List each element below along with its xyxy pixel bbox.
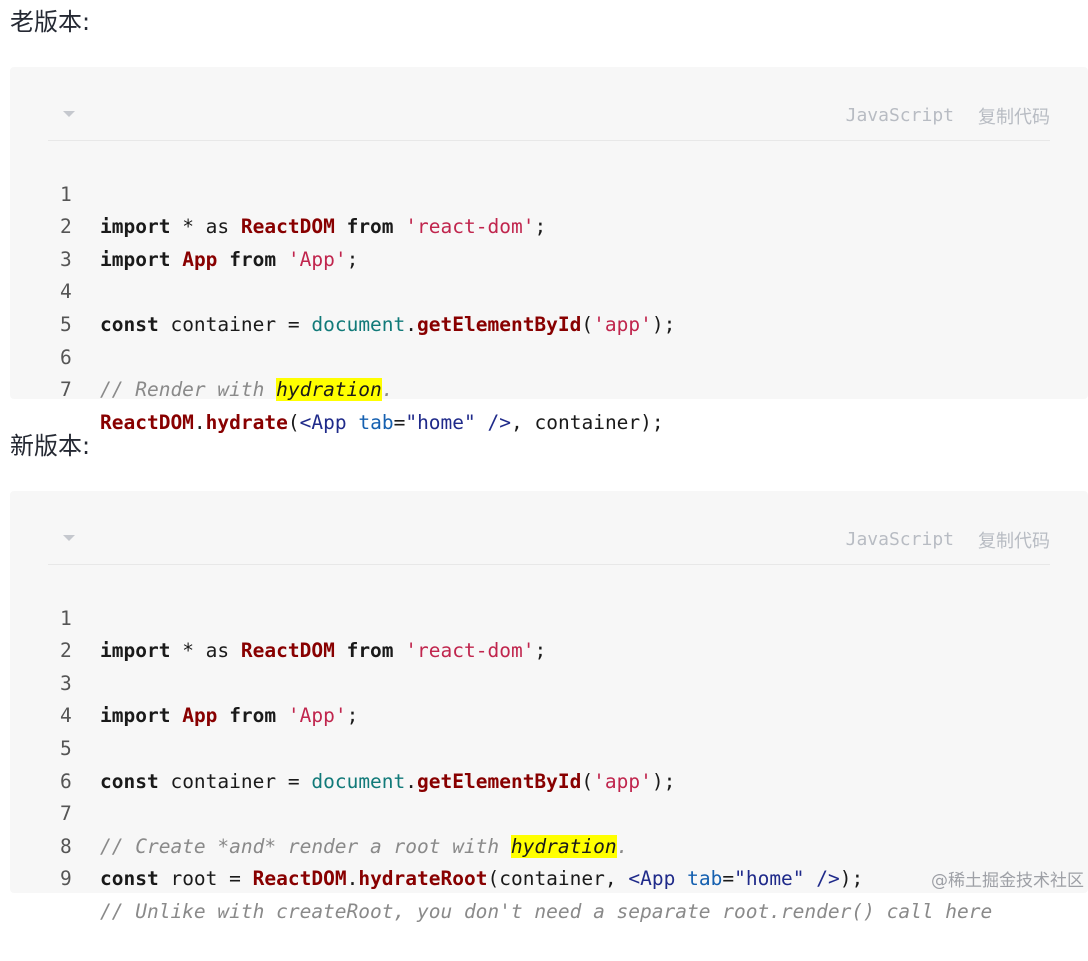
code-line: 5 const container = document.getElementB… [10,700,675,793]
code-lines: 1 import * as ReactDOM from 'react-dom';… [10,570,992,923]
collapse-icon[interactable] [63,111,75,117]
code-line: 1 import * as ReactDOM from 'react-dom'; [10,146,546,239]
line-number: 9 [60,867,72,891]
code-line: 2 [10,603,80,662]
language-label: JavaScript [845,529,954,550]
code-lines: 1 import * as ReactDOM from 'react-dom';… [10,146,675,434]
code-line: 6 [10,733,80,793]
line-number: 7 [60,378,72,402]
code-line: 4 const container = document.getElementB… [10,244,675,336]
copy-code-button[interactable]: 复制代码 [978,103,1050,129]
code-line: 6 // Render with hydration. [10,309,394,402]
new-code-block: JavaScript 复制代码 1 import * as ReactDOM f… [10,491,1088,923]
old-version-heading: 老版本: [10,8,91,36]
code-line: 9 // Unlike with createRoot, you don't n… [10,831,992,923]
code-line: 7 ReactDOM.hydrate(<App tab="home" />, c… [10,342,664,434]
code-block-header: JavaScript 复制代码 [48,67,1050,141]
copy-code-button[interactable]: 复制代码 [978,527,1050,553]
code-line: 1 import * as ReactDOM from 'react-dom'; [10,570,546,663]
code-line: 5 [10,276,80,336]
watermark: @稀土掘金技术社区 [931,871,1084,891]
old-code-block: JavaScript 复制代码 1 import * as ReactDOM f… [10,67,1088,434]
code-line: 7 // Create *and* render a root with hyd… [10,766,628,858]
collapse-icon[interactable] [63,535,75,541]
language-label: JavaScript [845,105,954,126]
code-line: 4 [10,668,80,727]
new-version-heading: 新版本: [10,432,91,460]
code-line: 3 [10,211,80,271]
code-block-header: JavaScript 复制代码 [48,491,1050,565]
code-line: 3 import App from 'App'; [10,635,358,728]
code-line: 2 import App from 'App'; [10,179,358,271]
code-line: 8 const root = ReactDOM.hydrateRoot(cont… [10,798,863,891]
